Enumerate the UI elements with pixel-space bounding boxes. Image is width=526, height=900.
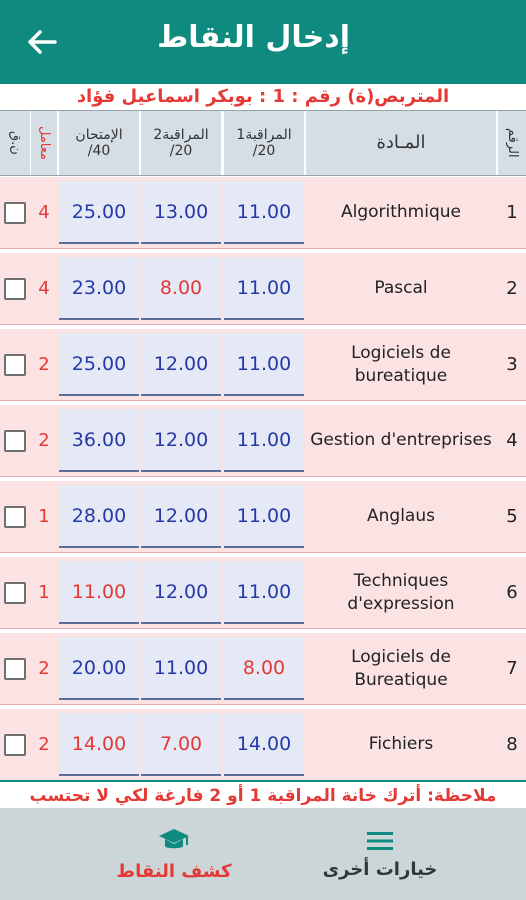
row-number: 6: [498, 557, 526, 628]
nav-grades-report[interactable]: كشف النقاط: [74, 808, 274, 900]
subject-name: Algorithmique: [306, 177, 496, 248]
control2-grade-input[interactable]: 11.00: [141, 637, 221, 700]
control1-grade-input[interactable]: 11.00: [224, 257, 304, 320]
table-row: 4 25.00 13.00 11.00 Algorithmique 1: [0, 177, 526, 249]
exempt-checkbox[interactable]: [4, 657, 26, 680]
exempt-checkbox[interactable]: [4, 581, 26, 604]
coef-value: 4: [31, 253, 57, 324]
row-number: 8: [498, 709, 526, 780]
exempt-cell: [0, 329, 30, 400]
table-row: 4 23.00 8.00 11.00 Pascal 2: [0, 253, 526, 325]
control1-grade-input[interactable]: 11.00: [224, 333, 304, 396]
control2-grade-input[interactable]: 13.00: [141, 181, 221, 244]
control2-grade-input[interactable]: 12.00: [141, 409, 221, 472]
nav-grades-label: كشف النقاط: [116, 860, 232, 882]
header-checkbox-column: ن.ق: [0, 111, 30, 175]
subject-name: Logiciels de Bureatique: [306, 633, 496, 704]
control1-grade-input[interactable]: 8.00: [224, 637, 304, 700]
header-control1: المراقبة1/20: [224, 111, 304, 175]
exempt-cell: [0, 481, 30, 552]
row-number: 1: [498, 177, 526, 248]
subject-name: Gestion d'entreprises: [306, 405, 496, 476]
header-coef: معامل: [31, 111, 57, 175]
header-subject: المـادة: [306, 111, 496, 175]
control2-grade-input[interactable]: 7.00: [141, 713, 221, 776]
header-exam: الإمتحان/40: [59, 111, 139, 175]
arrow-left-icon: [28, 30, 57, 54]
nav-more-options[interactable]: خيارات أخرى: [280, 808, 480, 900]
grades-table: ن.ق معامل الإمتحان/40 المراقبة2/20 المرا…: [0, 110, 526, 781]
exempt-checkbox[interactable]: [4, 201, 26, 224]
control1-grade-input[interactable]: 11.00: [224, 409, 304, 472]
exempt-checkbox[interactable]: [4, 353, 26, 376]
exempt-cell: [0, 405, 30, 476]
bottom-navigation: كشف النقاط خيارات أخرى: [0, 808, 526, 900]
exam-grade-input[interactable]: 25.00: [59, 333, 139, 396]
app-bar: إدخال النقاط: [0, 0, 526, 84]
table-row: 1 11.00 12.00 11.00 Techniques d'expression 6: [0, 557, 526, 629]
coef-value: 2: [31, 633, 57, 704]
exempt-checkbox[interactable]: [4, 277, 26, 300]
subject-name: Techniques d'expression: [306, 557, 496, 628]
exempt-checkbox[interactable]: [4, 733, 26, 756]
exam-grade-input[interactable]: 28.00: [59, 485, 139, 548]
exam-grade-input[interactable]: 11.00: [59, 561, 139, 624]
control2-grade-input[interactable]: 12.00: [141, 561, 221, 624]
exempt-cell: [0, 633, 30, 704]
page-title: إدخال النقاط: [157, 20, 350, 55]
menu-icon: [367, 831, 393, 850]
exempt-cell: [0, 557, 30, 628]
table-row: 2 25.00 12.00 11.00 Logiciels de bureatique 3: [0, 329, 526, 401]
table-row: 2 14.00 7.00 14.00 Fichiers 8: [0, 709, 526, 781]
graduation-cap-icon: [159, 828, 189, 848]
exempt-cell: [0, 709, 30, 780]
exam-grade-input[interactable]: 20.00: [59, 637, 139, 700]
control2-grade-input[interactable]: 12.00: [141, 333, 221, 396]
exam-grade-input[interactable]: 25.00: [59, 181, 139, 244]
table-header: ن.ق معامل الإمتحان/40 المراقبة2/20 المرا…: [0, 110, 526, 176]
exam-grade-input[interactable]: 23.00: [59, 257, 139, 320]
back-button[interactable]: [24, 26, 60, 58]
header-control2: المراقبة2/20: [141, 111, 221, 175]
table-row: 2 36.00 12.00 11.00 Gestion d'entreprises 4: [0, 405, 526, 477]
row-number: 4: [498, 405, 526, 476]
student-info: المتربص(ة) رقم : 1 : بوبكر اسماعيل فؤاد: [76, 86, 450, 107]
subject-name: Logiciels de bureatique: [306, 329, 496, 400]
control2-grade-input[interactable]: 12.00: [141, 485, 221, 548]
control1-grade-input[interactable]: 11.00: [224, 181, 304, 244]
subject-name: Fichiers: [306, 709, 496, 780]
coef-value: 2: [31, 709, 57, 780]
note-text: ملاحظة: أترك خانة المراقبة 1 أو 2 فارغة …: [0, 780, 526, 808]
control1-grade-input[interactable]: 11.00: [224, 561, 304, 624]
coef-value: 4: [31, 177, 57, 248]
row-number: 2: [498, 253, 526, 324]
nav-more-label: خيارات أخرى: [322, 858, 438, 880]
control1-grade-input[interactable]: 14.00: [224, 713, 304, 776]
table-row: 1 28.00 12.00 11.00 Anglaus 5: [0, 481, 526, 553]
row-number: 7: [498, 633, 526, 704]
control1-grade-input[interactable]: 11.00: [224, 485, 304, 548]
coef-value: 1: [31, 557, 57, 628]
coef-value: 1: [31, 481, 57, 552]
coef-value: 2: [31, 329, 57, 400]
coef-value: 2: [31, 405, 57, 476]
exempt-checkbox[interactable]: [4, 505, 26, 528]
exempt-cell: [0, 253, 30, 324]
exempt-cell: [0, 177, 30, 248]
row-number: 3: [498, 329, 526, 400]
exempt-checkbox[interactable]: [4, 429, 26, 452]
exam-grade-input[interactable]: 14.00: [59, 713, 139, 776]
subject-name: Anglaus: [306, 481, 496, 552]
table-row: 2 20.00 11.00 8.00 Logiciels de Bureatique 7: [0, 633, 526, 705]
row-number: 5: [498, 481, 526, 552]
control2-grade-input[interactable]: 8.00: [141, 257, 221, 320]
header-number: الرقم: [498, 111, 526, 175]
subject-name: Pascal: [306, 253, 496, 324]
exam-grade-input[interactable]: 36.00: [59, 409, 139, 472]
